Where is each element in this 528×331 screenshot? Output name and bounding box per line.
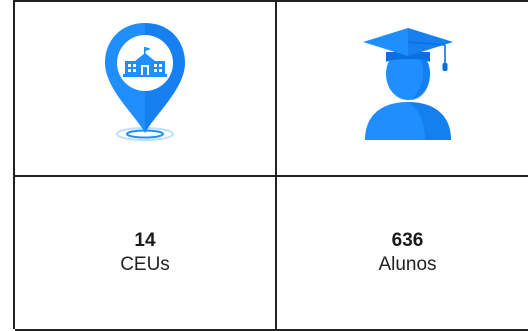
alunos-count: 636	[391, 230, 424, 252]
graduate-student-icon	[353, 22, 463, 142]
alunos-stat-cell: 636 Alunos	[277, 177, 528, 331]
ceus-icon-cell	[15, 2, 277, 177]
alunos-stat: 636 Alunos	[378, 229, 436, 277]
ceus-stat-cell: 14 CEUs	[15, 177, 277, 331]
alunos-icon-cell	[277, 2, 528, 177]
ceus-count: 14	[134, 230, 156, 252]
ceus-stat: 14 CEUs	[120, 229, 170, 277]
school-location-pin-icon	[95, 17, 195, 147]
ceus-label: CEUs	[120, 254, 170, 275]
stats-table: 14 CEUs 636 Alunos	[13, 0, 528, 331]
alunos-label: Alunos	[378, 254, 437, 275]
